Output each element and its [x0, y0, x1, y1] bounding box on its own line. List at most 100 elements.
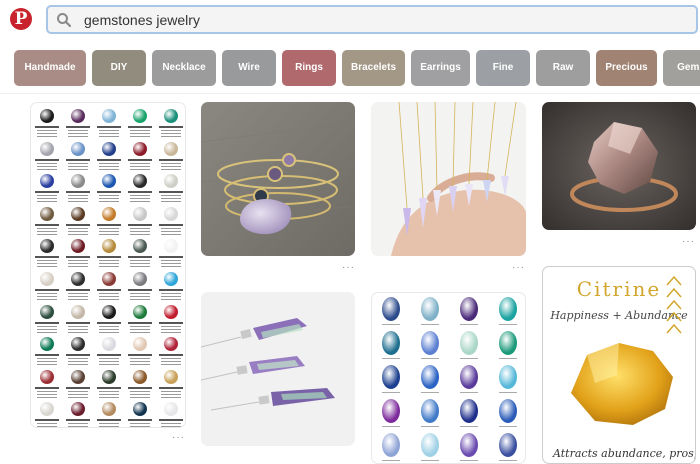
gem-oval-label-line — [498, 426, 517, 427]
pin-crystal-pendants-photo[interactable] — [371, 102, 526, 256]
search-icon — [57, 13, 72, 28]
gemstone-meaning-line — [161, 364, 182, 366]
gemstone-meaning-line — [99, 198, 119, 200]
gemstone-meaning-line — [36, 426, 57, 427]
pin-citrine-card[interactable]: Citrine Happiness + Abundance Attracts a… — [542, 266, 696, 464]
gem-oval-swatch — [382, 399, 401, 423]
gem-oval-label-line — [421, 426, 440, 427]
gemstone-meaning-line — [36, 136, 57, 137]
gemstone-meaning-line — [130, 162, 151, 164]
gem-oval-swatch — [382, 365, 401, 389]
gemstone-swatch — [39, 369, 54, 384]
gemstone-meaning-line — [36, 165, 57, 167]
gemstone-meaning-line — [161, 198, 182, 200]
gemstone-meaning-line — [161, 233, 182, 235]
chip-raw[interactable]: Raw — [536, 50, 590, 86]
citrine-caption: Attracts abundance, prosperity — [553, 447, 695, 460]
gem-oval-swatch — [459, 297, 478, 321]
gemstone-meaning-line — [67, 364, 88, 366]
gem-oval-label-line — [459, 358, 478, 359]
gemstone-meaning-line — [36, 130, 57, 131]
chip-fine[interactable]: Fine — [476, 50, 530, 86]
gem-oval-label-line — [421, 460, 440, 461]
gemstone-meaning-line — [36, 230, 57, 232]
chip-earrings[interactable]: Earrings — [411, 50, 470, 86]
gem-oval-swatch — [459, 433, 478, 457]
gem-oval-label-line — [382, 392, 401, 393]
chip-handmade[interactable]: Handmade — [14, 50, 86, 86]
gemstone-meaning-line — [99, 423, 119, 425]
gemstone-meaning-line — [99, 296, 119, 297]
gemstone-meaning-line — [36, 198, 57, 200]
chip-wire[interactable]: Wire — [222, 50, 276, 86]
gem-oval-swatch — [382, 433, 401, 457]
crystal-pendants-image — [371, 102, 526, 256]
pin-raw-ring-photo[interactable] — [542, 102, 696, 230]
divider — [0, 93, 700, 94]
gemstone-meaning-line — [99, 331, 119, 333]
chip-precious[interactable]: Precious — [596, 50, 657, 86]
gemstone-label-line — [97, 223, 121, 226]
gemstone-meaning-line — [161, 293, 182, 294]
gemstone-label-line — [97, 126, 121, 128]
gemstone-meaning-line — [67, 361, 88, 363]
gemstone-meaning-line — [130, 390, 151, 392]
gemstone-swatch — [39, 272, 54, 286]
raw-ring-image — [542, 102, 696, 230]
gemstone-label-line — [34, 256, 59, 259]
pinterest-logo-icon[interactable]: P — [10, 8, 32, 30]
pin-bracelets-photo[interactable] — [201, 102, 355, 256]
gemstone-meaning-line — [36, 168, 57, 170]
gemstone-meaning-line — [161, 230, 182, 232]
gemstone-swatch — [133, 239, 148, 254]
gemstone-swatch — [102, 239, 116, 254]
gemstone-swatch — [39, 206, 54, 221]
gemstone-label-line — [159, 158, 184, 161]
chip-diy[interactable]: DIY — [92, 50, 146, 86]
gemstone-swatch — [102, 109, 116, 123]
gemstone-swatch — [164, 141, 179, 156]
pin-fluorite-pendants-photo[interactable] — [201, 292, 355, 446]
pin-more-icon[interactable]: ··· — [172, 432, 185, 443]
gemstone-meaning-line — [161, 325, 182, 327]
gemstone-swatch — [39, 174, 54, 189]
gemstone-meaning-line — [67, 168, 88, 170]
pin-more-icon[interactable]: ··· — [682, 236, 695, 247]
gem-oval-label-line — [498, 460, 517, 461]
chip-necklace[interactable]: Necklace — [152, 50, 216, 86]
gemstone-meaning-line — [130, 136, 151, 137]
pin-more-icon[interactable]: ··· — [342, 262, 355, 273]
gemstone-meaning-line — [161, 260, 182, 262]
gemstone-meaning-line — [67, 195, 88, 197]
gemstone-meaning-line — [99, 133, 119, 134]
gemstone-meaning-line — [130, 358, 151, 360]
chip-gem-s[interactable]: Gem S — [663, 50, 700, 86]
gemstone-meaning-line — [99, 325, 119, 327]
gem-oval-swatch — [498, 297, 517, 321]
gemstone-meaning-line — [130, 331, 151, 333]
gemstone-label-line — [159, 126, 184, 128]
pin-more-icon[interactable]: ··· — [512, 262, 525, 273]
gem-oval-label-line — [498, 358, 517, 359]
search-input[interactable]: gemstones jewelry — [46, 5, 698, 34]
gemstone-swatch — [39, 141, 54, 156]
gemstone-meaning-line — [67, 260, 88, 262]
gemstone-meaning-line — [130, 325, 151, 327]
gem-oval-swatch — [498, 433, 517, 457]
gemstone-meaning-line — [36, 296, 57, 297]
gemstone-label-line — [65, 126, 90, 128]
gemstone-label-line — [65, 158, 90, 161]
chip-rings[interactable]: Rings — [282, 50, 336, 86]
gemstone-label-line — [128, 223, 153, 226]
gemstone-swatch — [102, 337, 116, 352]
gemstone-swatch — [133, 141, 148, 156]
chip-bracelets[interactable]: Bracelets — [342, 50, 405, 86]
gemstone-meaning-line — [67, 198, 88, 200]
gemstone-label-line — [97, 321, 121, 324]
gemstone-meaning-line — [161, 136, 182, 137]
gemstone-meaning-line — [161, 201, 182, 203]
pin-gemstone-chart[interactable] — [30, 102, 186, 428]
gemstone-meaning-line — [36, 162, 57, 164]
gemstone-meaning-line — [36, 263, 57, 265]
pin-gem-oval-chart[interactable] — [371, 292, 526, 464]
